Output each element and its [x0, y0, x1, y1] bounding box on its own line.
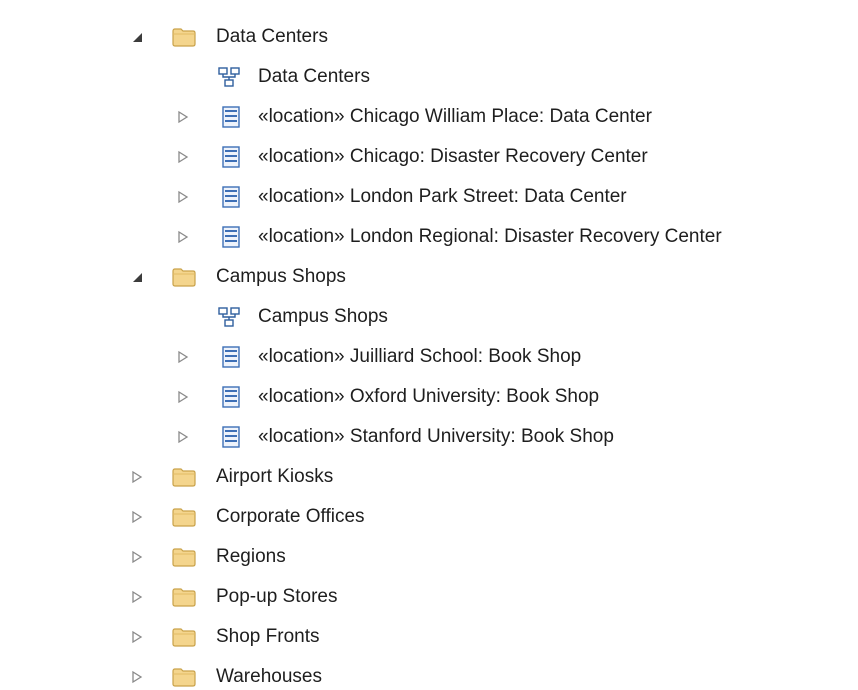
- element-name: Chicago William Place: Data Center: [349, 106, 652, 127]
- stereotype-label: «location»: [258, 226, 345, 247]
- collapsed-triangle-icon[interactable]: [176, 190, 190, 204]
- element-label: «location» Oxford University: Book Shop: [258, 386, 599, 408]
- element-name: Chicago: Disaster Recovery Center: [349, 146, 648, 167]
- folder-icon: [172, 668, 196, 687]
- collapsed-triangle-icon[interactable]: [176, 110, 190, 124]
- element-name: Juilliard School: Book Shop: [349, 346, 582, 367]
- tree-diagram-row[interactable]: Data Centers: [0, 57, 858, 97]
- collapsed-triangle-icon[interactable]: [130, 670, 144, 684]
- stereotype-label: «location»: [258, 186, 345, 207]
- tree-element-row[interactable]: «location» Chicago William Place: Data C…: [0, 97, 858, 137]
- tree-folder-row[interactable]: Pop-up Stores: [0, 577, 858, 617]
- location-element-icon: [222, 146, 240, 168]
- tree-folder-row[interactable]: Data Centers: [0, 17, 858, 57]
- tree-element-row[interactable]: «location» London Regional: Disaster Rec…: [0, 217, 858, 257]
- element-label: «location» Stanford University: Book Sho…: [258, 426, 614, 448]
- tree-element-row[interactable]: «location» Chicago: Disaster Recovery Ce…: [0, 137, 858, 177]
- element-label: «location» Chicago: Disaster Recovery Ce…: [258, 146, 648, 168]
- folder-label: Airport Kiosks: [216, 466, 334, 487]
- folder-icon: [172, 588, 196, 607]
- collapsed-triangle-icon[interactable]: [176, 390, 190, 404]
- tree-folder-row[interactable]: Campus Shops: [0, 257, 858, 297]
- folder-icon: [172, 268, 196, 287]
- tree-folder-row[interactable]: Corporate Offices: [0, 497, 858, 537]
- tree-diagram-row[interactable]: Campus Shops: [0, 297, 858, 337]
- stereotype-label: «location»: [258, 346, 345, 367]
- location-element-icon: [222, 346, 240, 368]
- tree-folder-row[interactable]: Airport Kiosks: [0, 457, 858, 497]
- folder-label: Warehouses: [216, 666, 322, 687]
- element-name: Stanford University: Book Shop: [349, 426, 614, 447]
- collapsed-triangle-icon[interactable]: [176, 430, 190, 444]
- location-element-icon: [222, 226, 240, 248]
- location-element-icon: [222, 426, 240, 448]
- collapsed-triangle-icon[interactable]: [176, 150, 190, 164]
- element-name: Oxford University: Book Shop: [349, 386, 600, 407]
- folder-label: Campus Shops: [216, 266, 346, 287]
- stereotype-label: «location»: [258, 426, 345, 447]
- folder-label: Data Centers: [216, 26, 328, 47]
- element-label: «location» Juilliard School: Book Shop: [258, 346, 581, 368]
- element-label: «location» London Park Street: Data Cent…: [258, 186, 627, 208]
- collapsed-triangle-icon[interactable]: [130, 470, 144, 484]
- location-element-icon: [222, 106, 240, 128]
- folder-icon: [172, 468, 196, 487]
- folder-icon: [172, 628, 196, 647]
- tree-element-row[interactable]: «location» Juilliard School: Book Shop: [0, 337, 858, 377]
- diagram-icon: [218, 67, 240, 87]
- folder-icon: [172, 508, 196, 527]
- diagram-label: Campus Shops: [258, 306, 388, 327]
- tree-element-row[interactable]: «location» Oxford University: Book Shop: [0, 377, 858, 417]
- location-element-icon: [222, 186, 240, 208]
- tree-folder-row[interactable]: Shop Fronts: [0, 617, 858, 657]
- stereotype-label: «location»: [258, 146, 345, 167]
- collapsed-triangle-icon[interactable]: [176, 230, 190, 244]
- collapsed-triangle-icon[interactable]: [130, 590, 144, 604]
- collapsed-triangle-icon[interactable]: [130, 630, 144, 644]
- location-element-icon: [222, 386, 240, 408]
- folder-icon: [172, 28, 196, 47]
- stereotype-label: «location»: [258, 106, 345, 127]
- tree-folder-row[interactable]: Regions: [0, 537, 858, 577]
- element-label: «location» Chicago William Place: Data C…: [258, 106, 652, 128]
- collapsed-triangle-icon[interactable]: [130, 550, 144, 564]
- project-browser-tree: Data Centers Data Centers «location» Chi…: [0, 17, 858, 690]
- element-label: «location» London Regional: Disaster Rec…: [258, 226, 722, 248]
- stereotype-label: «location»: [258, 386, 345, 407]
- element-name: London Park Street: Data Center: [349, 186, 627, 207]
- folder-label: Regions: [216, 546, 286, 567]
- folder-icon: [172, 548, 196, 567]
- collapsed-triangle-icon[interactable]: [130, 510, 144, 524]
- diagram-icon: [218, 307, 240, 327]
- diagram-label: Data Centers: [258, 66, 370, 87]
- folder-label: Shop Fronts: [216, 626, 320, 647]
- tree-element-row[interactable]: «location» London Park Street: Data Cent…: [0, 177, 858, 217]
- tree-folder-row[interactable]: Warehouses: [0, 657, 858, 690]
- expanded-triangle-icon[interactable]: [130, 30, 144, 44]
- tree-element-row[interactable]: «location» Stanford University: Book Sho…: [0, 417, 858, 457]
- folder-label: Pop-up Stores: [216, 586, 338, 607]
- collapsed-triangle-icon[interactable]: [176, 350, 190, 364]
- element-name: London Regional: Disaster Recovery Cente…: [349, 226, 722, 247]
- top-edge: [0, 0, 858, 9]
- expanded-triangle-icon[interactable]: [130, 270, 144, 284]
- folder-label: Corporate Offices: [216, 506, 365, 527]
